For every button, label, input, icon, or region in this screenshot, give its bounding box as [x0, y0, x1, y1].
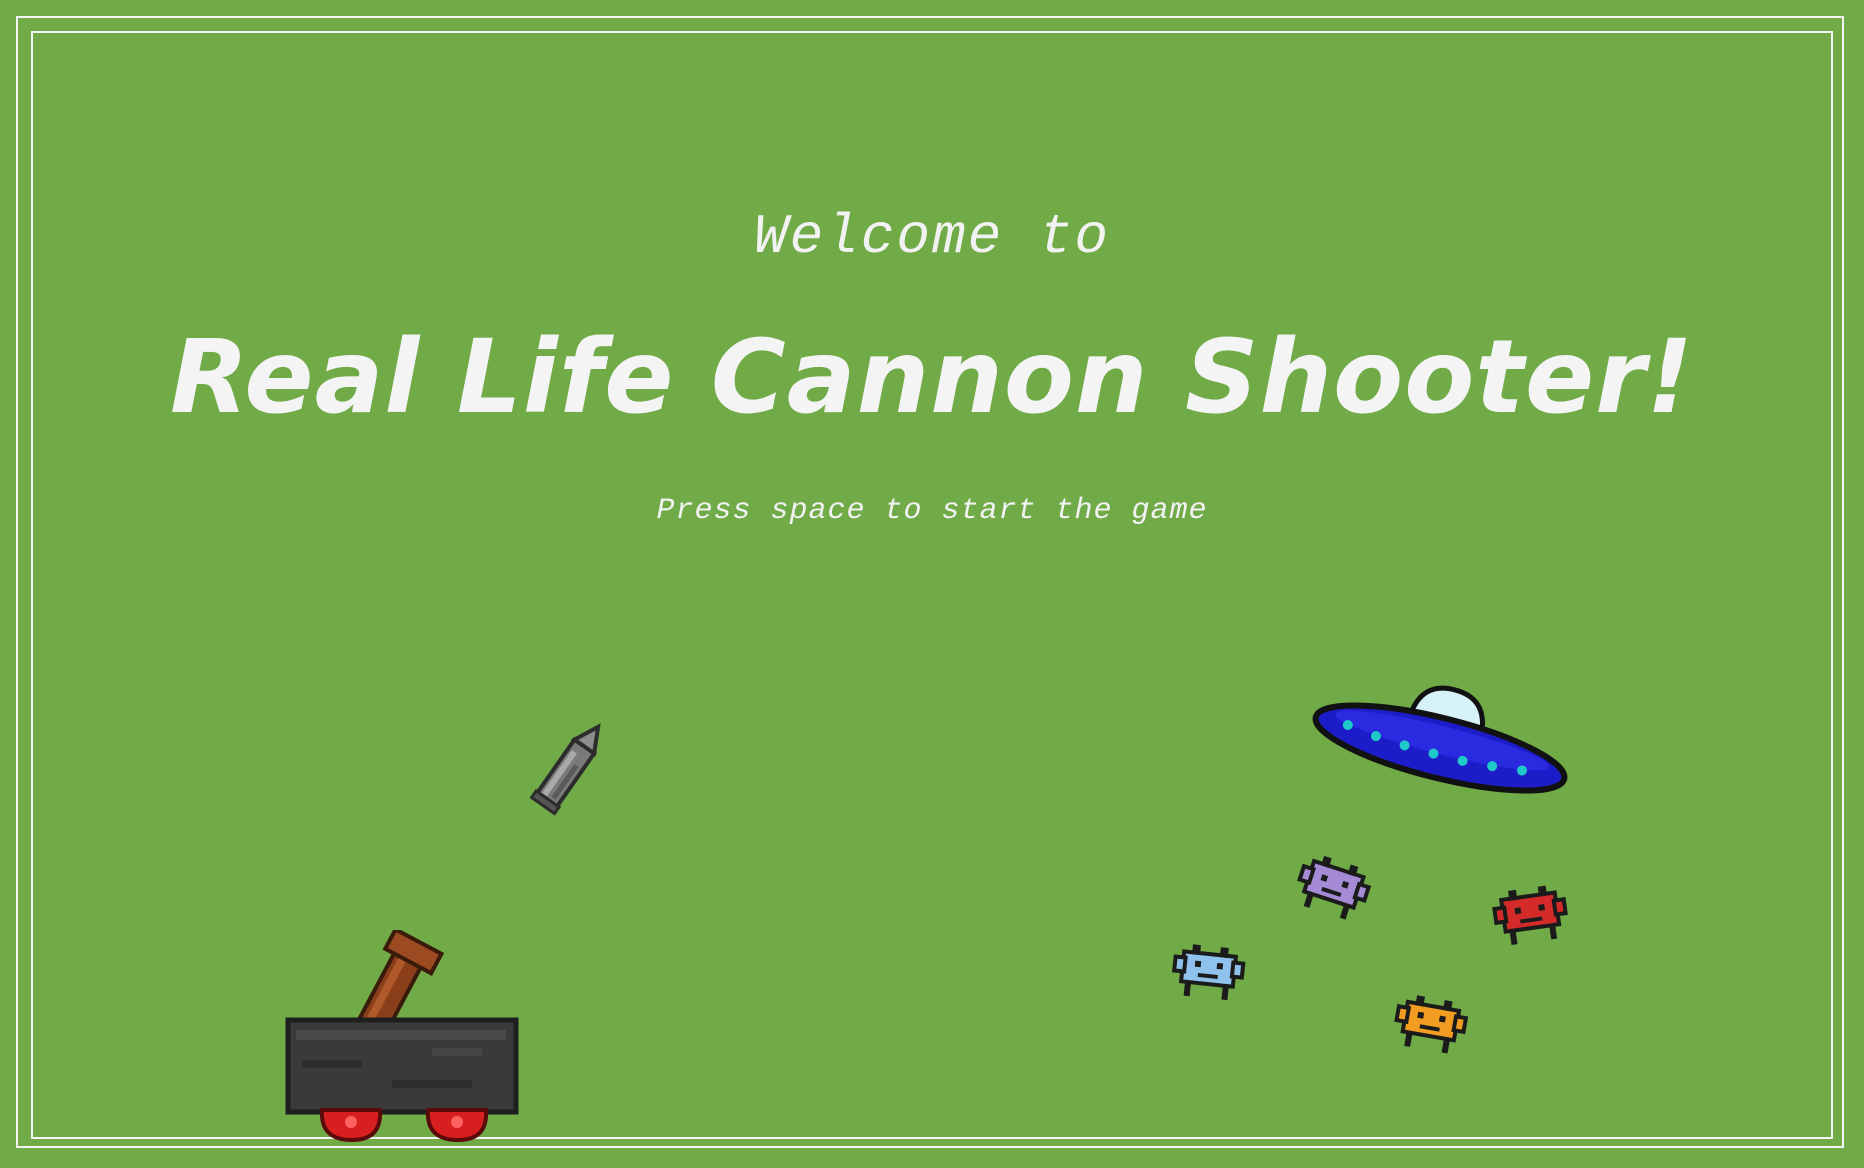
game-title: Real Life Cannon Shooter! — [169, 318, 1695, 437]
alien-blue-icon — [1171, 944, 1246, 1001]
welcome-text: Welcome to — [753, 205, 1111, 269]
start-prompt: Press space to start the game — [656, 494, 1208, 528]
bullet-icon — [529, 723, 601, 816]
alien-orange-icon — [1394, 995, 1469, 1054]
alien-purple-icon — [1297, 855, 1372, 920]
alien-red-icon — [1492, 885, 1568, 945]
cannon-icon — [285, 930, 519, 1143]
ufo-icon — [1312, 685, 1568, 794]
start-screen[interactable]: Welcome to Real Life Cannon Shooter! Pre… — [0, 0, 1864, 1168]
